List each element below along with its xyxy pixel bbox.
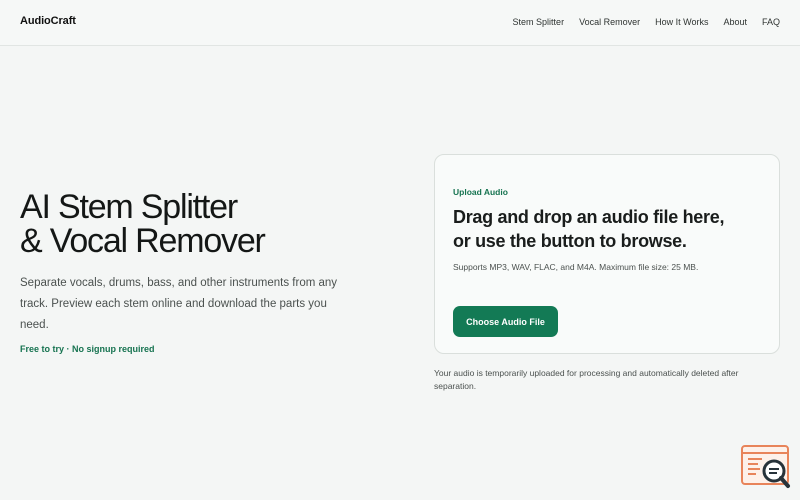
- nav-link-how-it-works[interactable]: How It Works: [655, 17, 708, 27]
- nav-link-stem-splitter[interactable]: Stem Splitter: [513, 17, 565, 27]
- hero-title: AI Stem Splitter & Vocal Remover: [20, 190, 400, 258]
- main-nav: Stem Splitter Vocal Remover How It Works…: [513, 17, 780, 27]
- choose-audio-file-button[interactable]: Choose Audio File: [453, 306, 558, 337]
- nav-link-about[interactable]: About: [723, 17, 747, 27]
- nav-link-faq[interactable]: FAQ: [762, 17, 780, 27]
- help-chat-widget[interactable]: [740, 444, 792, 490]
- nav-link-vocal-remover[interactable]: Vocal Remover: [579, 17, 640, 27]
- upload-dropzone-card[interactable]: Upload Audio Drag and drop an audio file…: [434, 154, 780, 354]
- brand-logo-link[interactable]: AudioCraft: [20, 15, 76, 27]
- upload-heading: Drag and drop an audio file here, or use…: [453, 205, 773, 253]
- upload-eyebrow-label: Upload Audio: [453, 187, 508, 197]
- search-chat-icon: [741, 445, 790, 488]
- upload-heading-line-2: or use the button to browse.: [453, 231, 687, 251]
- hero-free-note: Free to try · No signup required: [20, 344, 155, 354]
- privacy-note: Your audio is temporarily uploaded for p…: [434, 368, 739, 391]
- top-navigation-bar: AudioCraft Stem Splitter Vocal Remover H…: [0, 0, 800, 46]
- supported-formats-text: Supports MP3, WAV, FLAC, and M4A. Maximu…: [453, 262, 699, 272]
- hero-title-line-2: & Vocal Remover: [20, 222, 266, 260]
- hero-description: Separate vocals, drums, bass, and other …: [20, 277, 338, 331]
- upload-heading-line-1: Drag and drop an audio file here,: [453, 207, 725, 227]
- hero-title-line-1: AI Stem Splitter: [20, 188, 238, 226]
